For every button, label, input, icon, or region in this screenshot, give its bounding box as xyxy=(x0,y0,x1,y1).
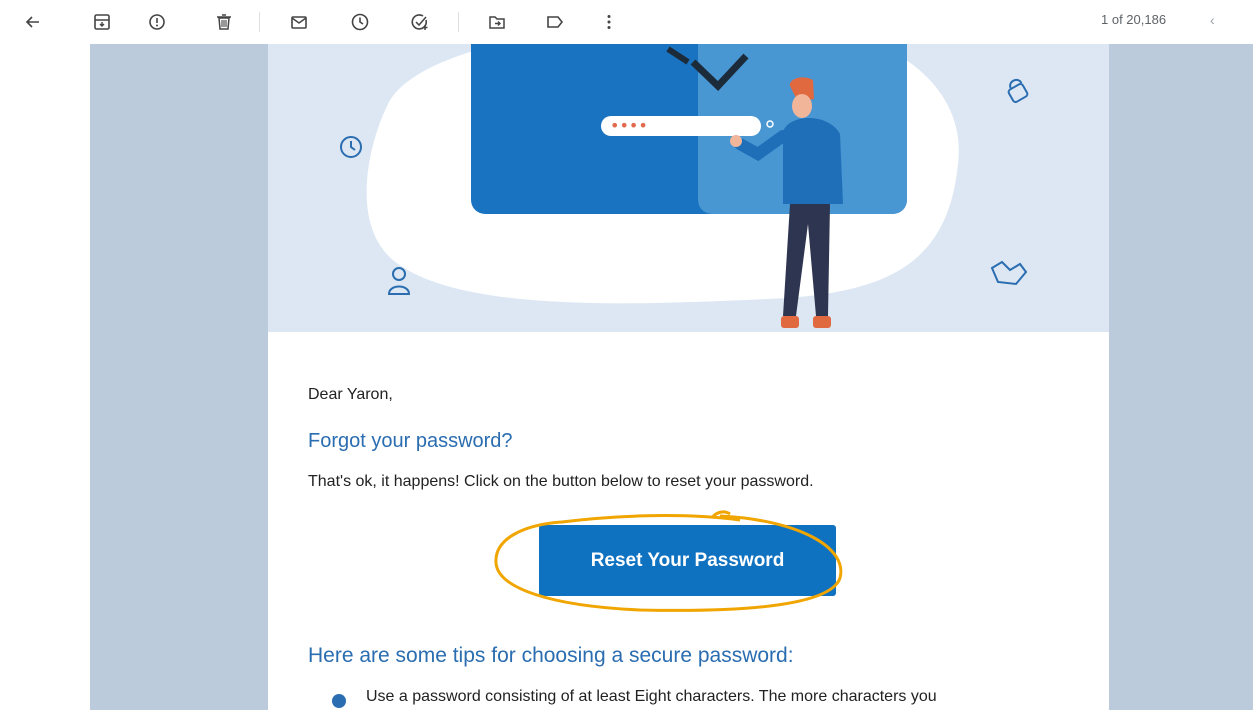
email-body: Dear Yaron, Forgot your password? That's… xyxy=(268,332,1109,710)
check-circle-icon xyxy=(332,694,346,708)
snooze-icon xyxy=(351,13,369,31)
report-spam-button[interactable] xyxy=(141,6,173,38)
email-background-left xyxy=(90,44,268,710)
left-margin xyxy=(0,44,90,710)
email-toolbar: 1 of 20,186 ‹ xyxy=(0,0,1253,44)
archive-icon xyxy=(94,14,110,30)
add-task-button[interactable] xyxy=(404,6,436,38)
message-count: 1 of 20,186 xyxy=(1101,12,1167,27)
back-arrow-icon xyxy=(25,16,39,28)
label-button[interactable] xyxy=(539,6,571,38)
password-mask: •••• xyxy=(610,116,648,135)
mark-unread-icon xyxy=(291,16,307,29)
move-to-icon xyxy=(489,16,505,29)
more-icon xyxy=(607,15,611,29)
greeting: Dear Yaron, xyxy=(308,386,393,403)
email-description: That's ok, it happens! Click on the butt… xyxy=(308,473,814,490)
password-illustration: •••• xyxy=(340,44,1029,328)
handshake-icon xyxy=(990,260,1028,286)
label-icon xyxy=(547,16,564,28)
toolbar-divider xyxy=(458,12,459,32)
more-button[interactable] xyxy=(593,6,625,38)
user-icon xyxy=(387,267,411,295)
delete-icon xyxy=(217,14,231,30)
lock-icon xyxy=(1007,78,1029,103)
report-spam-icon xyxy=(149,14,165,30)
mark-unread-button[interactable] xyxy=(283,6,315,38)
move-to-button[interactable] xyxy=(481,6,513,38)
highlight-circle-annotation xyxy=(494,510,843,612)
back-button[interactable] xyxy=(17,6,49,38)
tips-heading: Here are some tips for choosing a secure… xyxy=(308,644,794,667)
add-task-icon xyxy=(411,14,428,30)
clock-icon xyxy=(340,136,362,158)
email-title: Forgot your password? xyxy=(308,430,513,452)
tip-item: Use a password consisting of at least Ei… xyxy=(366,688,937,705)
chevron-left-icon[interactable]: ‹ xyxy=(1210,12,1215,28)
archive-button[interactable] xyxy=(86,6,118,38)
delete-button[interactable] xyxy=(208,6,240,38)
snooze-button[interactable] xyxy=(344,6,376,38)
hero-illustration: •••• xyxy=(268,44,1109,332)
toolbar-divider xyxy=(259,12,260,32)
email-background-right xyxy=(1109,44,1253,710)
